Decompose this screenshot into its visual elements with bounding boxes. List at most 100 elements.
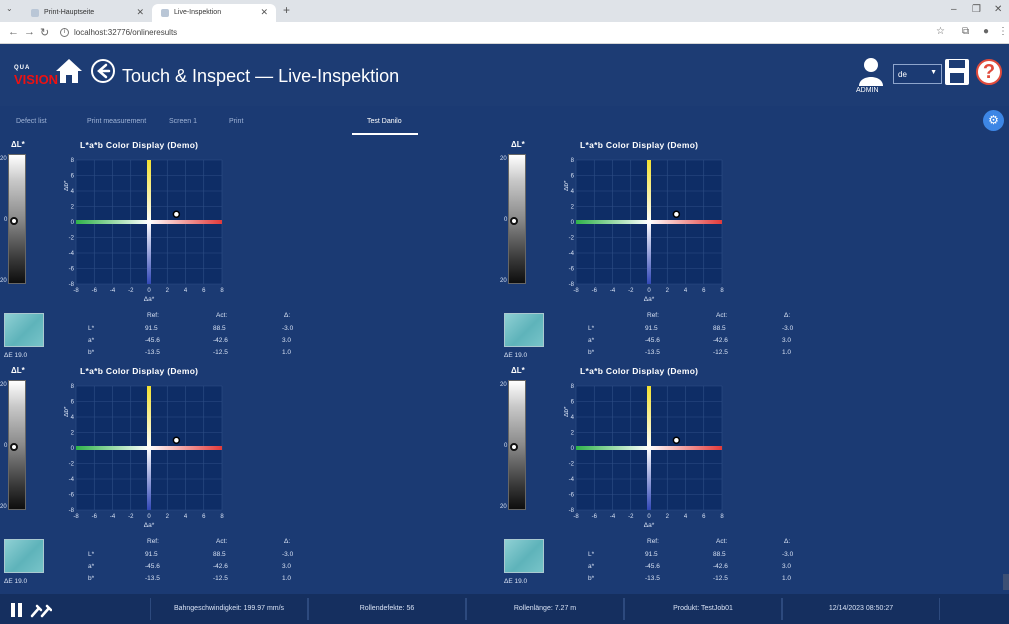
save-disk-icon[interactable] xyxy=(944,58,970,86)
y-tick-label: -6 xyxy=(569,493,575,499)
browser-menu-icon[interactable]: ⋮ xyxy=(998,26,1008,37)
table-header-delta: Δ: xyxy=(284,538,291,545)
x-tick-label: 2 xyxy=(166,288,170,294)
help-icon[interactable]: ? xyxy=(976,59,1002,85)
table-header-act: Act: xyxy=(716,312,728,319)
site-info-icon[interactable]: i xyxy=(60,28,69,37)
y-tick-label: 0 xyxy=(71,220,75,226)
y-tick-label: 2 xyxy=(71,431,75,437)
x-tick-label: -2 xyxy=(128,288,134,294)
table-header-delta: Δ: xyxy=(784,538,791,545)
url-text[interactable]: localhost:32776/onlineresults xyxy=(74,28,177,37)
delta-l-marker xyxy=(10,217,18,225)
reload-icon[interactable]: ↻ xyxy=(40,26,49,39)
delta-l-title: ΔL* xyxy=(11,366,25,375)
x-tick-label: 2 xyxy=(666,514,670,520)
close-tab-icon[interactable]: ✕ xyxy=(260,7,268,18)
gear-icon[interactable]: ⚙ xyxy=(983,110,1004,131)
x-tick-label: -6 xyxy=(592,514,598,520)
x-tick-label: 8 xyxy=(720,288,724,294)
app-tabs: Defect list Print measurement Screen 1 P… xyxy=(0,106,1009,136)
x-tick-label: 4 xyxy=(184,514,188,520)
table-header-ref: Ref: xyxy=(647,312,659,319)
browser-tab-main[interactable]: Print-Hauptseite ✕ xyxy=(22,4,152,22)
extensions-icon[interactable]: ⧉ xyxy=(962,26,969,37)
browser-tabbar: ⌄ Print-Hauptseite ✕ Live-Inspektion ✕ +… xyxy=(0,0,1009,22)
x-tick-label: 4 xyxy=(684,514,688,520)
forward-nav-icon[interactable]: → xyxy=(24,26,35,38)
table-cell-delta: 1.0 xyxy=(282,575,292,582)
app-root: QUA VISION Touch & Inspect — Live-Inspekt… xyxy=(0,44,1009,624)
new-tab-icon[interactable]: + xyxy=(283,3,290,17)
x-axis-label: Δa* xyxy=(644,296,655,303)
y-tick-label: -6 xyxy=(569,267,575,273)
lab-chart-title: L*a*b Color Display (Demo) xyxy=(580,140,699,150)
y-tick-label: -8 xyxy=(569,282,575,288)
x-tick-label: 2 xyxy=(666,288,670,294)
scroll-handle[interactable] xyxy=(1003,574,1009,590)
x-tick-label: -6 xyxy=(592,288,598,294)
tab-screen-1[interactable]: Screen 1 xyxy=(169,118,197,125)
x-axis-label: Δa* xyxy=(144,296,155,303)
tab-search-icon[interactable]: ⌄ xyxy=(6,4,13,13)
y-tick-label: 6 xyxy=(71,400,75,406)
x-tick-label: -4 xyxy=(610,514,616,520)
y-tick-label: -2 xyxy=(69,236,75,242)
tools-icon[interactable] xyxy=(30,602,52,618)
close-tab-icon[interactable]: ✕ xyxy=(136,7,144,18)
y-tick-label: -4 xyxy=(569,251,575,257)
x-tick-label: -6 xyxy=(92,514,98,520)
table-row-name: L* xyxy=(88,325,95,332)
table-cell-delta: 1.0 xyxy=(282,349,292,356)
window-close-icon[interactable]: ✕ xyxy=(994,4,1002,15)
tab-defect-list[interactable]: Defect list xyxy=(16,118,47,125)
defects-status: Rollendefekte: 56 xyxy=(308,598,466,620)
x-tick-label: 0 xyxy=(647,514,651,520)
browser-tab-title: Live-Inspektion xyxy=(174,9,222,16)
pause-icon[interactable] xyxy=(10,603,24,617)
bookmark-star-icon[interactable]: ☆ xyxy=(936,26,945,37)
x-tick-label: -2 xyxy=(628,288,634,294)
x-tick-label: 6 xyxy=(702,514,706,520)
tab-print[interactable]: Print xyxy=(229,118,243,125)
delta-l-title: ΔL* xyxy=(11,140,25,149)
b-axis-gradient xyxy=(647,160,651,284)
length-status: Rollenlänge: 7.27 m xyxy=(466,598,624,620)
table-header-act: Act: xyxy=(716,538,728,545)
table-cell-act: -42.6 xyxy=(213,337,228,344)
restore-icon[interactable]: ❐ xyxy=(972,4,981,15)
y-tick-label: -8 xyxy=(69,508,75,514)
color-panel: ΔL* L*a*b Color Display (Demo) 20 0 20 Δ… xyxy=(500,366,920,594)
browser-tab-live[interactable]: Live-Inspektion ✕ xyxy=(152,4,276,22)
tab-test-danilo[interactable]: Test Danilo xyxy=(367,118,402,125)
profile-icon[interactable]: ● xyxy=(983,26,989,37)
scale-bottom-label: 20 xyxy=(500,278,507,284)
x-tick-label: -8 xyxy=(73,514,79,520)
tab-print-measurement[interactable]: Print measurement xyxy=(87,118,146,125)
back-arrow-icon[interactable] xyxy=(91,59,115,83)
x-tick-label: -8 xyxy=(573,514,579,520)
table-cell-act: -42.6 xyxy=(713,563,728,570)
language-select[interactable]: de ▼ xyxy=(893,64,942,84)
table-header-act: Act: xyxy=(216,312,228,319)
table-header-act: Act: xyxy=(216,538,228,545)
datetime-status: 12/14/2023 08:50:27 xyxy=(782,598,940,620)
lab-chart: -8-8 -6 -6 -4 -4 -2 -2 0 0 2 2 4 4 6 6 8 8 Δa* Δb* xyxy=(64,384,224,529)
table-row-name: a* xyxy=(88,337,95,344)
table-cell-ref: -13.5 xyxy=(145,349,160,356)
minimize-icon[interactable]: – xyxy=(951,4,957,15)
back-nav-icon[interactable]: ← xyxy=(8,26,19,38)
lab-chart-title: L*a*b Color Display (Demo) xyxy=(580,366,699,376)
user-icon[interactable] xyxy=(858,56,884,86)
scale-mid-label: 0 xyxy=(4,443,8,449)
x-tick-label: -2 xyxy=(628,514,634,520)
x-tick-label: 0 xyxy=(147,514,151,520)
home-icon[interactable] xyxy=(54,57,84,85)
y-tick-label: 8 xyxy=(71,158,75,164)
x-tick-label: -4 xyxy=(610,288,616,294)
x-tick-label: -4 xyxy=(110,288,116,294)
table-row-name: a* xyxy=(588,563,595,570)
table-cell-ref: -45.6 xyxy=(145,563,160,570)
delta-e-label: ΔE 19.0 xyxy=(504,578,528,585)
y-tick-label: -4 xyxy=(569,477,575,483)
